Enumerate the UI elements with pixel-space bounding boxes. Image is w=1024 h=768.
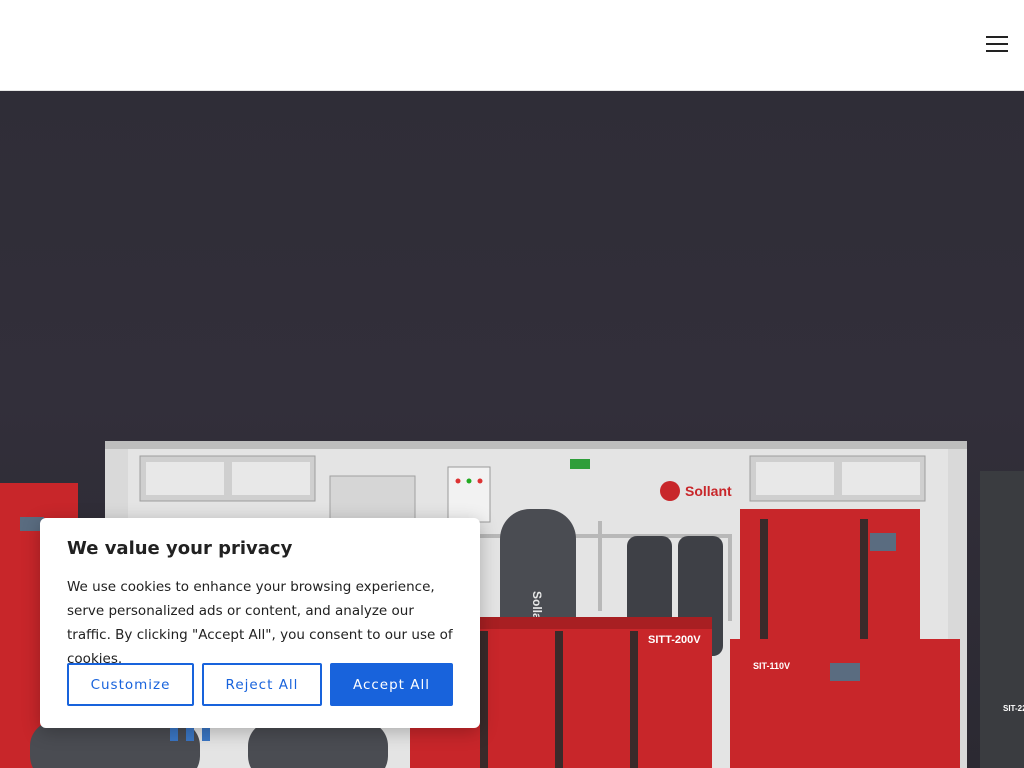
compressor-seam <box>480 631 488 768</box>
cabinet-panel <box>232 462 310 495</box>
compressor-seam <box>630 631 638 768</box>
compressor-display <box>870 533 896 551</box>
cabinet-panel <box>842 462 920 495</box>
air-tank-bottom-middle <box>248 721 388 768</box>
model-label: SITT-200V <box>648 634 701 646</box>
compressor-display <box>830 663 860 681</box>
cookie-banner-title: We value your privacy <box>67 538 293 559</box>
compressor-seam <box>860 519 868 644</box>
menu-bar-bottom <box>986 50 1008 52</box>
exit-sign <box>570 459 590 469</box>
menu-bar-top <box>986 36 1008 38</box>
compressor-far-right <box>980 471 1024 768</box>
indicator-light <box>466 478 472 484</box>
control-panel <box>447 466 491 523</box>
brand-name: Sollant <box>685 483 732 499</box>
sollant-wall-logo: Sollant <box>660 481 732 501</box>
room-top-edge <box>105 441 967 449</box>
accept-all-button[interactable]: Accept All <box>330 663 453 706</box>
cabinet-panel <box>756 462 834 495</box>
compressor-seam <box>760 519 768 644</box>
cabinet-panel <box>146 462 224 495</box>
indicator-light <box>477 478 483 484</box>
menu-bar-middle <box>986 43 1008 45</box>
site-header <box>0 0 1024 91</box>
indicator-light <box>455 478 461 484</box>
compressor-right-lower <box>730 639 960 768</box>
cookie-banner-body: We use cookies to enhance your browsing … <box>67 579 453 667</box>
model-label: SIT-110V <box>753 661 790 671</box>
cookie-consent-banner: We value your privacy We use cookies to … <box>40 518 480 728</box>
compressor-seam <box>555 631 563 768</box>
model-label: SIT-22V <box>1003 704 1024 713</box>
customize-button[interactable]: Customize <box>67 663 194 706</box>
reject-all-button[interactable]: Reject All <box>202 663 322 706</box>
hamburger-menu-icon[interactable] <box>986 36 1010 54</box>
